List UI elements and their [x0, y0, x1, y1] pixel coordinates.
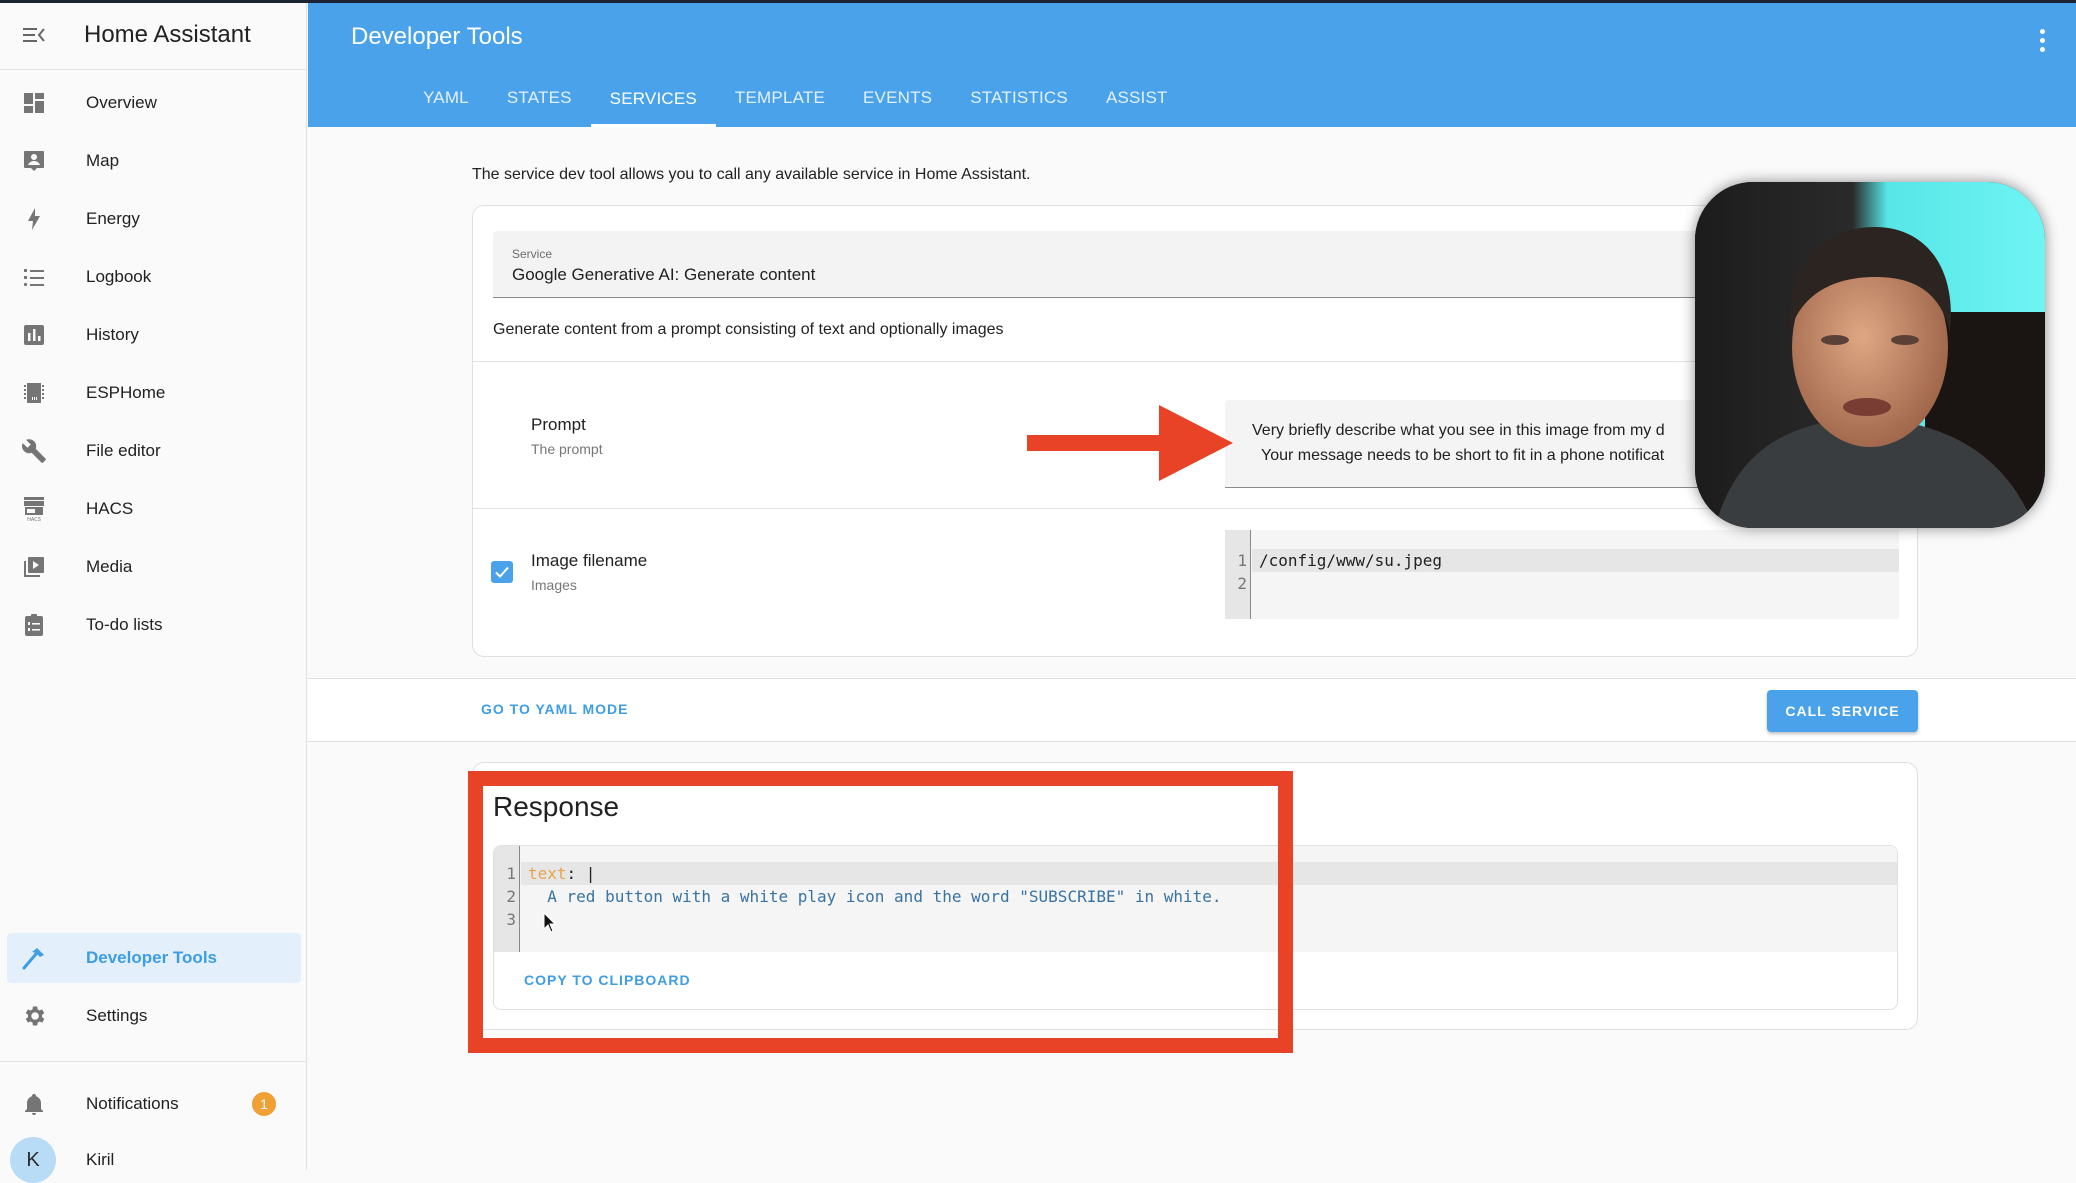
sidebar-item-history[interactable]: History [7, 310, 301, 360]
sidebar-item-label: ESPHome [86, 383, 166, 402]
divider [473, 508, 1917, 509]
line-number: 1 [506, 864, 516, 883]
window-top-strip [0, 0, 2076, 3]
prompt-line: Your message needs to be short to fit in… [1261, 447, 1665, 464]
image-field-name: Image filename [531, 551, 648, 570]
chip-icon [19, 378, 49, 408]
sidebar-item-label: Overview [86, 93, 157, 112]
sidebar-item-map[interactable]: Map [7, 136, 301, 186]
dashboard-icon [19, 88, 49, 118]
sidebar-item-label: File editor [86, 441, 161, 460]
sidebar-item-label: Notifications [86, 1094, 179, 1113]
sidebar-item-label: Energy [86, 209, 140, 228]
sidebar-item-settings[interactable]: Settings [7, 991, 301, 1041]
service-description: Generate content from a prompt consistin… [493, 321, 1004, 338]
yaml-key: text [528, 864, 567, 883]
response-output: 1 2 3 text: | A red button with a white … [493, 845, 1898, 1010]
code-line: /config/www/su.jpeg [1259, 551, 1443, 570]
sidebar-item-developer-tools[interactable]: Developer Tools [7, 933, 301, 983]
more-vert-icon[interactable] [2032, 25, 2052, 55]
service-select[interactable]: Service Google Generative AI: Generate c… [493, 231, 1898, 298]
sidebar-item-label: Map [86, 151, 120, 170]
prompt-field-name: Prompt [531, 415, 586, 434]
sidebar-item-media[interactable]: Media [7, 542, 301, 592]
call-service-button[interactable]: CALL SERVICE [1767, 690, 1918, 732]
app-title: Home Assistant [84, 20, 251, 48]
bell-icon [19, 1089, 49, 1119]
map-person-icon [19, 146, 49, 176]
wrench-icon [19, 436, 49, 466]
media-play-icon [19, 552, 49, 582]
go-to-yaml-mode-button[interactable]: GO TO YAML MODE [481, 701, 629, 717]
yaml-separator: : | [566, 864, 596, 883]
sidebar-header: Home Assistant [0, 0, 306, 70]
sidebar-item-label: To-do lists [86, 615, 163, 634]
gear-icon [19, 1001, 49, 1031]
sidebar-item-logbook[interactable]: Logbook [7, 252, 301, 302]
sidebar-item-label: Developer Tools [86, 948, 217, 967]
page-title: Developer Tools [351, 23, 523, 50]
tab-states[interactable]: STATES [488, 73, 591, 123]
tab-assist[interactable]: ASSIST [1087, 73, 1187, 123]
menu-collapse-icon[interactable] [18, 19, 50, 51]
line-number: 2 [1237, 574, 1247, 593]
service-label: Service [512, 247, 553, 261]
tab-events[interactable]: EVENTS [844, 73, 951, 123]
image-filename-checkbox[interactable] [491, 561, 513, 583]
svg-text:HACS: HACS [27, 517, 41, 522]
hammer-icon [19, 943, 49, 973]
response-code-editor[interactable]: 1 2 3 text: | A red button with a white … [494, 846, 1897, 952]
hacs-store-icon: HACS [19, 494, 49, 524]
prompt-line: Very briefly describe what you see in th… [1252, 422, 1665, 439]
sidebar-item-notifications[interactable]: Notifications 1 [7, 1079, 301, 1129]
avatar: K [10, 1137, 56, 1183]
service-value: Google Generative AI: Generate content [512, 265, 816, 284]
response-title: Response [493, 791, 620, 822]
sidebar-item-esphome[interactable]: ESPHome [7, 368, 301, 418]
prompt-field-description: The prompt [531, 441, 603, 457]
lightning-bolt-icon [19, 204, 49, 234]
sidebar-item-label: Settings [86, 1006, 148, 1025]
sidebar-item-overview[interactable]: Overview [7, 78, 301, 128]
line-number: 3 [506, 910, 516, 929]
image-field-description: Images [531, 577, 577, 593]
list-icon [19, 262, 49, 292]
copy-to-clipboard-button[interactable]: COPY TO CLIPBOARD [524, 972, 691, 988]
card-actions: GO TO YAML MODE CALL SERVICE [308, 678, 2076, 742]
line-number: 2 [506, 887, 516, 906]
tab-services[interactable]: SERVICES [590, 73, 716, 127]
sidebar-item-energy[interactable]: Energy [7, 194, 301, 244]
sidebar-item-file-editor[interactable]: File editor [7, 426, 301, 476]
sidebar-item-label: Media [86, 557, 133, 576]
image-filename-editor[interactable]: 1 2 /config/www/su.jpeg [1225, 530, 1899, 619]
sidebar-item-todo-lists[interactable]: To-do lists [7, 600, 301, 650]
sidebar-divider [0, 1061, 307, 1062]
sidebar-item-user[interactable]: K Kiril [7, 1137, 301, 1183]
top-app-bar: Developer Tools YAML STATES SERVICES TEM… [308, 3, 2076, 127]
webcam-video-overlay [1695, 182, 2045, 528]
tab-yaml[interactable]: YAML [404, 73, 488, 123]
tab-template[interactable]: TEMPLATE [716, 73, 844, 123]
presenter-video-icon [1695, 182, 2045, 528]
user-name: Kiril [86, 1150, 115, 1169]
tab-bar: YAML STATES SERVICES TEMPLATE EVENTS STA… [404, 73, 1187, 127]
tab-statistics[interactable]: STATISTICS [951, 73, 1087, 123]
sidebar-item-label: History [86, 325, 139, 344]
bar-chart-icon [19, 320, 49, 350]
sidebar-item-hacs[interactable]: HACS HACS [7, 484, 301, 534]
sidebar: Home Assistant Overview Map Energy Logbo… [0, 0, 307, 1183]
line-number: 1 [1237, 551, 1247, 570]
code-line: A red button with a white play icon and … [528, 887, 1222, 906]
sidebar-item-label: Logbook [86, 267, 152, 286]
intro-text: The service dev tool allows you to call … [472, 166, 1031, 183]
notification-count-badge: 1 [252, 1092, 276, 1116]
code-line: text: | [528, 864, 595, 883]
active-line-highlight [521, 862, 1897, 885]
clipboard-list-icon [19, 610, 49, 640]
checkmark-icon [495, 566, 509, 578]
sidebar-item-label: HACS [86, 499, 134, 518]
response-card: Response 1 2 3 text: | A red button with… [472, 762, 1918, 1030]
